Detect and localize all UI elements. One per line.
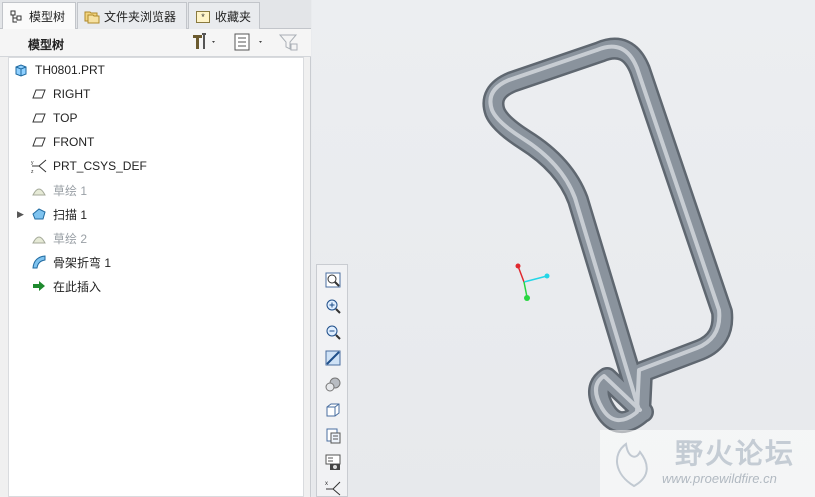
- saved-orientations-icon: [324, 401, 342, 422]
- model-tree-panel: 模型树 文件夹浏览器 * 收藏夹 模型树 TH0801.PRT RIGHT TO…: [0, 0, 311, 497]
- zoom-in-button[interactable]: [322, 296, 344, 318]
- view-toolbar: x: [316, 264, 348, 497]
- csys-display-icon: x: [324, 479, 342, 497]
- refit-button[interactable]: [322, 270, 344, 292]
- tree-item-label: PRT_CSYS_DEF: [53, 159, 147, 173]
- tree-item-insert-here[interactable]: 在此插入: [31, 275, 101, 297]
- tree-item-front[interactable]: FRONT: [31, 131, 94, 153]
- datum-plane-icon: [31, 86, 47, 102]
- part-icon: [13, 62, 29, 78]
- tree-item-csys[interactable]: yz PRT_CSYS_DEF: [31, 155, 147, 177]
- filter-button[interactable]: [278, 33, 300, 53]
- csys-display-button[interactable]: x: [322, 478, 344, 497]
- bent-rod-model[interactable]: [482, 37, 734, 433]
- folder-browser-icon: [84, 8, 100, 24]
- show-button[interactable]: [232, 33, 266, 53]
- tab-label: 收藏夹: [215, 9, 252, 24]
- csys-icon: yz: [31, 158, 47, 175]
- tree-item-label: RIGHT: [53, 87, 91, 101]
- svg-text:*: *: [201, 12, 205, 22]
- tab-model-tree[interactable]: 模型树: [2, 2, 76, 30]
- datum-display-icon: [324, 453, 342, 474]
- saved-orientations-button[interactable]: [322, 400, 344, 422]
- tree-item-label: 骨架折弯 1: [53, 255, 112, 270]
- tree-item-sweep-1[interactable]: ▶ 扫描 1: [17, 203, 87, 225]
- tree-header: 模型树: [0, 29, 311, 57]
- favorites-icon: *: [195, 8, 211, 24]
- insert-here-arrow-icon: [31, 278, 47, 294]
- watermark-logo: [616, 442, 648, 488]
- watermark-title: 野火论坛: [675, 438, 796, 469]
- tree-item-top[interactable]: TOP: [31, 107, 77, 129]
- settings-button[interactable]: [190, 32, 218, 55]
- zoom-in-icon: [324, 297, 342, 318]
- tree-item-sketch-2[interactable]: 草绘 2: [31, 227, 87, 249]
- tree-item-spinal-bend-1[interactable]: 骨架折弯 1: [31, 251, 111, 273]
- svg-text:y: y: [31, 160, 34, 166]
- sketch-icon: [31, 182, 47, 198]
- display-style-button[interactable]: [322, 374, 344, 396]
- panel-tabbar: 模型树 文件夹浏览器 * 收藏夹: [0, 0, 311, 30]
- csys-triad: [515, 263, 550, 301]
- tree-item-right[interactable]: RIGHT: [31, 83, 90, 105]
- repaint-icon: [324, 349, 342, 370]
- spinal-bend-icon: [31, 254, 47, 270]
- model-tree-icon: [9, 9, 25, 25]
- tab-folder-browser[interactable]: 文件夹浏览器: [77, 2, 187, 29]
- tree-item-label: TH0801.PRT: [35, 63, 105, 77]
- datum-plane-icon: [31, 134, 47, 150]
- datum-display-button[interactable]: [322, 452, 344, 474]
- tab-label: 模型树: [29, 10, 66, 24]
- tree-item-label: 草绘 2: [53, 231, 88, 246]
- zoom-out-button[interactable]: [322, 322, 344, 344]
- tree-item-label: TOP: [53, 111, 78, 125]
- tree-root-part[interactable]: TH0801.PRT: [13, 59, 105, 81]
- model-view: [482, 37, 734, 433]
- settings-tools-icon: [190, 32, 218, 55]
- filter-icon: [278, 32, 300, 55]
- watermark-url: www.proewildfire.cn: [662, 471, 777, 486]
- tree-item-label: 草绘 1: [53, 183, 88, 198]
- repaint-button[interactable]: [322, 348, 344, 370]
- tree-title: 模型树: [28, 38, 65, 52]
- refit-icon: [324, 271, 342, 292]
- model-tree: TH0801.PRT RIGHT TOP FRONT yz PRT_CSYS_D…: [8, 57, 304, 497]
- view-manager-icon: [324, 427, 342, 448]
- display-style-icon: [324, 375, 342, 396]
- tree-item-sketch-1[interactable]: 草绘 1: [31, 179, 87, 201]
- zoom-out-icon: [324, 323, 342, 344]
- tab-label: 文件夹浏览器: [104, 9, 177, 24]
- sweep-icon: [31, 206, 47, 222]
- datum-plane-icon: [31, 110, 47, 126]
- expand-arrow-icon[interactable]: ▶: [17, 209, 31, 220]
- graphics-viewport[interactable]: [312, 0, 815, 497]
- svg-text:z: z: [31, 169, 34, 174]
- tree-item-label: 扫描 1: [53, 207, 88, 222]
- tree-item-label: 在此插入: [53, 279, 102, 294]
- show-list-icon: [232, 32, 266, 55]
- sketch-icon: [31, 230, 47, 246]
- svg-text:x: x: [325, 481, 328, 487]
- tab-favorites[interactable]: * 收藏夹: [188, 2, 260, 29]
- tree-item-label: FRONT: [53, 135, 95, 149]
- view-manager-button[interactable]: [322, 426, 344, 448]
